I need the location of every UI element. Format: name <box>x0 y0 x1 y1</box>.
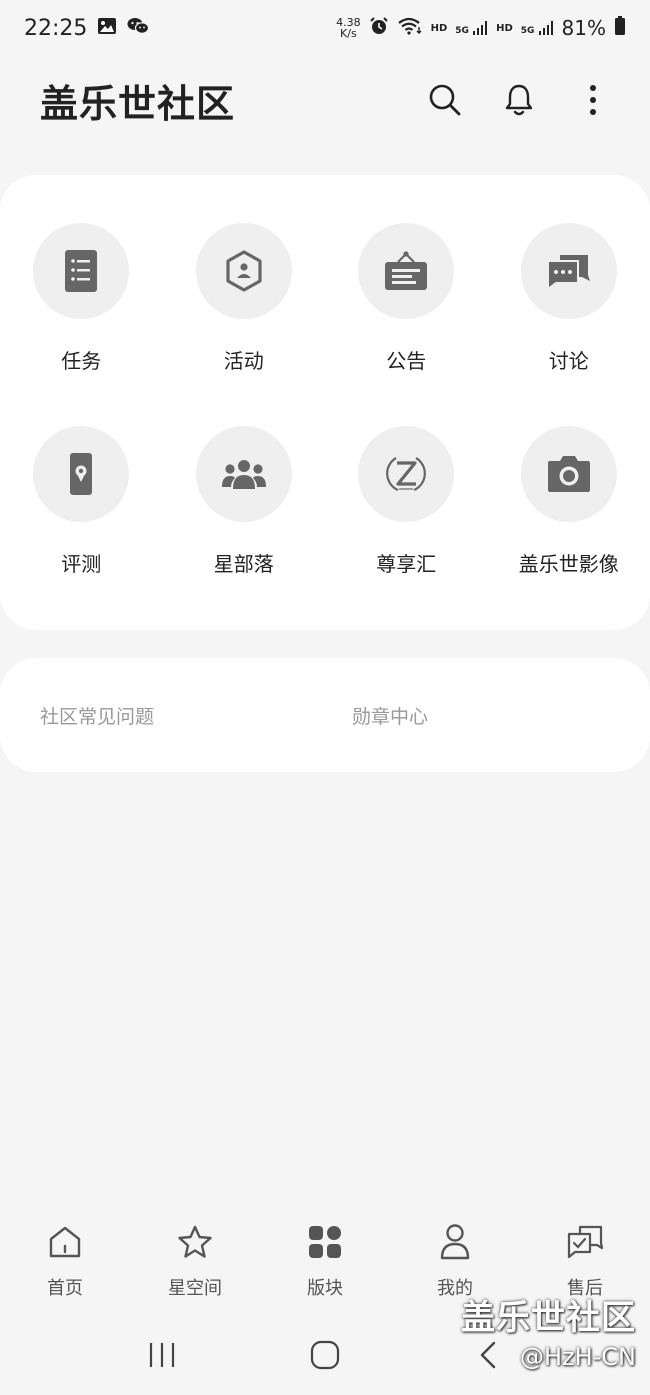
faq-link[interactable]: 社区常见问题 <box>40 702 154 729</box>
feature-grid-card: 任务 活动 公告 讨论 评测 星部落 尊享汇 盖乐世影像 <box>0 175 650 630</box>
badge-center-link[interactable]: 勋章中心 <box>352 702 428 729</box>
grid-item-activity[interactable]: 活动 <box>163 223 326 374</box>
back-button[interactable] <box>468 1335 508 1375</box>
nav-icon-wrap <box>435 1222 475 1262</box>
grid-icon-bg <box>520 426 617 522</box>
bottom-nav: 首页 星空间 版块 我的 售后 <box>0 1222 650 1312</box>
grid-label: 评测 <box>61 552 102 576</box>
grid-label: 公告 <box>386 349 427 373</box>
signal-1: 5G <box>455 20 488 36</box>
grid-icon-bg <box>195 426 292 522</box>
hd-badge-2: HD <box>496 22 513 34</box>
nav-label: 首页 <box>47 1278 83 1299</box>
battery-percent: 81% <box>561 16 606 40</box>
nav-label: 我的 <box>437 1278 473 1299</box>
status-time: 22:25 <box>24 15 88 41</box>
system-nav-bar <box>0 1330 650 1380</box>
status-left: 22:25 <box>24 15 150 41</box>
signal-2-label: 5G <box>520 26 535 36</box>
wifi-icon <box>397 16 423 40</box>
nav-icon-wrap <box>565 1222 605 1262</box>
recent-apps-icon <box>149 1343 174 1367</box>
nav-label: 售后 <box>567 1278 603 1299</box>
grid-item-task[interactable]: 任务 <box>0 223 163 374</box>
feature-grid: 任务 活动 公告 讨论 评测 星部落 尊享汇 盖乐世影像 <box>0 223 650 577</box>
nav-icon-wrap <box>45 1222 85 1262</box>
bell-icon <box>505 84 533 116</box>
grid-icon-bg <box>358 223 455 319</box>
grid-item-discussion[interactable]: 讨论 <box>488 223 650 374</box>
nav-item-home[interactable]: 首页 <box>0 1222 130 1300</box>
grid-item-premium[interactable]: 尊享汇 <box>325 426 488 577</box>
grid-label: 星部落 <box>213 552 274 576</box>
grid-item-tribe[interactable]: 星部落 <box>163 426 326 577</box>
grid-item-galaxy-photo[interactable]: 盖乐世影像 <box>488 426 650 577</box>
home-circle-icon <box>310 1340 340 1370</box>
phone-review-icon <box>70 453 93 495</box>
person-icon <box>440 1224 470 1260</box>
nav-item-mine[interactable]: 我的 <box>390 1222 520 1300</box>
home-icon <box>49 1226 81 1258</box>
back-chevron-icon <box>481 1341 496 1369</box>
status-right: 4.38 K/s HD 5G HD 5G 81% <box>336 16 626 40</box>
grid-label: 盖乐世影像 <box>518 552 619 576</box>
grid-blocks-icon <box>309 1226 341 1258</box>
home-system-button[interactable] <box>305 1335 345 1375</box>
group-people-icon <box>221 460 266 489</box>
task-list-icon <box>65 250 98 292</box>
after-sales-chat-icon <box>567 1225 604 1259</box>
nav-label: 星空间 <box>168 1278 222 1299</box>
nav-icon-wrap <box>175 1222 215 1262</box>
notifications-button[interactable] <box>502 83 536 117</box>
grid-label: 讨论 <box>548 349 589 373</box>
announcement-board-icon <box>385 251 428 290</box>
activity-hexagon-icon <box>226 250 262 292</box>
nav-item-after-sales[interactable]: 售后 <box>520 1222 650 1300</box>
signal-1-label: 5G <box>455 26 469 36</box>
grid-icon-bg <box>520 223 617 319</box>
grid-icon-bg <box>33 426 130 522</box>
nav-item-blocks[interactable]: 版块 <box>260 1222 390 1300</box>
camera-icon <box>547 456 590 492</box>
net-speed: 4.38 K/s <box>336 17 361 39</box>
star-icon <box>178 1225 212 1258</box>
gallery-notification-icon <box>97 17 117 39</box>
alarm-icon <box>369 16 389 40</box>
grid-item-announcement[interactable]: 公告 <box>325 223 488 374</box>
grid-label: 尊享汇 <box>376 552 437 576</box>
nav-item-star-space[interactable]: 星空间 <box>130 1222 260 1300</box>
grid-icon-bg <box>358 426 455 522</box>
page-title: 盖乐世社区 <box>40 81 236 126</box>
grid-icon-bg <box>33 223 130 319</box>
quick-links-card: 社区常见问题 勋章中心 <box>0 658 650 772</box>
signal-bars-icon <box>473 21 488 35</box>
header-actions <box>428 83 610 117</box>
recent-apps-button[interactable] <box>142 1335 182 1375</box>
more-vertical-icon <box>590 85 596 115</box>
grid-label: 活动 <box>223 349 264 373</box>
status-bar: 22:25 4.38 K/s HD 5G HD 5G 81% <box>0 0 650 56</box>
net-speed-unit: K/s <box>340 27 357 40</box>
signal-bars-icon <box>538 21 553 35</box>
app-header: 盖乐世社区 <box>0 62 650 138</box>
nav-label: 版块 <box>307 1278 343 1299</box>
more-options-button[interactable] <box>576 83 610 117</box>
hd-badge-1: HD <box>430 22 448 34</box>
wechat-notification-icon <box>127 17 150 39</box>
discussion-chat-icon <box>546 255 590 291</box>
search-icon <box>429 84 461 116</box>
signal-2: 5G <box>521 20 554 36</box>
search-button[interactable] <box>428 83 462 117</box>
nav-icon-wrap <box>305 1222 345 1262</box>
grid-label: 任务 <box>61 349 102 373</box>
battery-icon <box>614 16 626 40</box>
z-premium-icon <box>386 457 427 492</box>
grid-icon-bg <box>195 223 292 319</box>
grid-item-review[interactable]: 评测 <box>0 426 163 577</box>
